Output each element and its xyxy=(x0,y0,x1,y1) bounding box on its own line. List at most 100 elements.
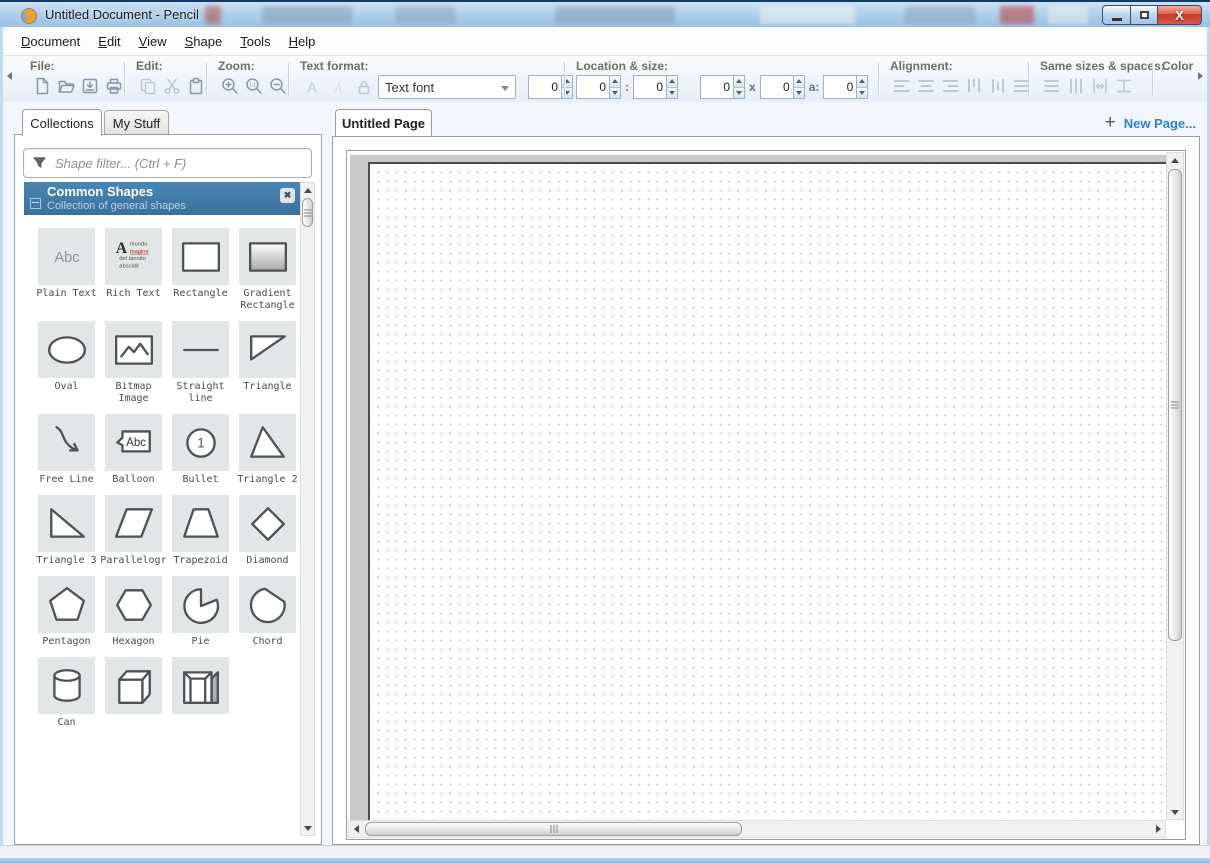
scroll-down-icon[interactable] xyxy=(301,821,314,835)
height-stepper[interactable]: 0 xyxy=(760,75,805,99)
shape-tile[interactable] xyxy=(38,321,95,378)
tab-untitled-page[interactable]: Untitled Page xyxy=(335,109,432,136)
collapse-collection-icon[interactable] xyxy=(30,198,41,209)
shape-trapezoid[interactable]: Trapezoid xyxy=(172,495,229,567)
shape-can[interactable]: Can xyxy=(38,657,95,729)
scroll-down-icon[interactable] xyxy=(1167,805,1183,819)
spin-up-icon[interactable] xyxy=(734,76,744,87)
canvas-horizontal-scrollbar[interactable] xyxy=(348,820,1166,838)
align-left-icon[interactable] xyxy=(890,75,914,97)
scroll-up-icon[interactable] xyxy=(1167,153,1183,167)
x-position-value[interactable]: 0 xyxy=(576,75,609,99)
spin-down-icon[interactable] xyxy=(857,87,867,99)
shape-free-line[interactable]: Free Line xyxy=(38,414,95,486)
text-style-icon[interactable] xyxy=(352,76,376,98)
font-family-select[interactable]: Text font xyxy=(378,75,516,99)
same-vertical-space-icon[interactable] xyxy=(1112,75,1136,97)
menu-tools[interactable]: Tools xyxy=(231,30,279,53)
font-size-stepper[interactable]: 0 xyxy=(528,75,573,99)
shape-tile[interactable] xyxy=(38,576,95,633)
same-height-icon[interactable] xyxy=(1040,75,1064,97)
font-size-value[interactable]: 0 xyxy=(528,75,561,99)
print-icon[interactable] xyxy=(102,75,126,97)
collection-header[interactable]: Common Shapes Collection of general shap… xyxy=(24,182,301,215)
shape-bullet[interactable]: 1Bullet xyxy=(172,414,229,486)
italic-icon[interactable]: A xyxy=(326,76,350,98)
close-collection-icon[interactable]: ✖ xyxy=(280,188,295,203)
zoom-out-icon[interactable] xyxy=(266,75,290,97)
shape-triangle-3[interactable]: Triangle 3 xyxy=(38,495,95,567)
shape-tile[interactable] xyxy=(38,414,95,471)
canvas-vertical-scrollbar[interactable] xyxy=(1166,152,1184,820)
shape-tile[interactable] xyxy=(105,321,162,378)
y-position-value[interactable]: 0 xyxy=(633,75,666,99)
canvas-vscroll-thumb[interactable] xyxy=(1168,169,1182,641)
shape-chord[interactable]: Chord xyxy=(239,576,296,648)
tab-my-stuff[interactable]: My Stuff xyxy=(104,110,169,136)
shape-balloon[interactable]: AbcBalloon xyxy=(105,414,162,486)
titlebar[interactable]: Untitled Document - Pencil X xyxy=(0,0,1210,29)
align-center-icon[interactable] xyxy=(914,75,938,97)
shape-bitmap-image[interactable]: Bitmap Image xyxy=(105,321,162,405)
copy-icon[interactable] xyxy=(136,75,160,97)
shape-tile[interactable]: Amundumaginedel tannitoabscidit xyxy=(105,228,162,285)
shape-triangle[interactable]: Triangle xyxy=(239,321,296,405)
shape-diamond[interactable]: Diamond xyxy=(239,495,296,567)
spin-down-icon[interactable] xyxy=(794,87,804,99)
x-position-stepper[interactable]: 0 xyxy=(576,75,621,99)
spin-down-icon[interactable] xyxy=(734,87,744,99)
height-value[interactable]: 0 xyxy=(760,75,793,99)
shape-rectangle[interactable]: Rectangle xyxy=(172,228,229,312)
shape-pie[interactable]: Pie xyxy=(172,576,229,648)
new-document-icon[interactable] xyxy=(30,75,54,97)
scroll-left-icon[interactable] xyxy=(349,821,363,837)
shape-tile[interactable] xyxy=(105,576,162,633)
shape-parallelogr[interactable]: Parallelogr xyxy=(105,495,162,567)
shape-filter-input[interactable] xyxy=(53,155,311,172)
shape-tile[interactable]: Abc xyxy=(38,228,95,285)
shape-triangle-2[interactable]: Triangle 2 xyxy=(239,414,296,486)
save-icon[interactable] xyxy=(78,75,102,97)
sidebar-scrollbar[interactable] xyxy=(300,182,315,836)
shape-plain-text[interactable]: AbcPlain Text xyxy=(38,228,95,312)
cut-icon[interactable] xyxy=(160,75,184,97)
zoom-in-icon[interactable] xyxy=(218,75,242,97)
canvas-hscroll-thumb[interactable] xyxy=(365,822,742,836)
shape-straight-line[interactable]: Straight line xyxy=(172,321,229,405)
menu-shape[interactable]: Shape xyxy=(176,30,232,53)
new-page-link[interactable]: + New Page... xyxy=(1105,112,1196,134)
toolbar-overflow-right-icon[interactable] xyxy=(1198,72,1207,80)
menu-help[interactable]: Help xyxy=(280,30,325,53)
shape-tile[interactable] xyxy=(239,321,296,378)
shape-tile[interactable] xyxy=(239,495,296,552)
spin-down-icon[interactable] xyxy=(667,87,677,99)
shape-tile[interactable] xyxy=(172,657,229,714)
shape-tile[interactable] xyxy=(239,576,296,633)
shape-tile[interactable]: Abc xyxy=(105,414,162,471)
same-horizontal-space-icon[interactable] xyxy=(1088,75,1112,97)
shape-hexagon[interactable]: Hexagon xyxy=(105,576,162,648)
minimize-button[interactable] xyxy=(1102,5,1131,25)
shape-tile[interactable] xyxy=(172,576,229,633)
angle-stepper[interactable]: 0 xyxy=(823,75,868,99)
close-button[interactable]: X xyxy=(1158,5,1202,25)
spin-up-icon[interactable] xyxy=(857,76,867,87)
sidebar-scrollbar-thumb[interactable] xyxy=(302,198,313,227)
menu-view[interactable]: View xyxy=(130,30,176,53)
shape-tile[interactable] xyxy=(172,321,229,378)
shape-tile[interactable] xyxy=(105,657,162,714)
shape-tile[interactable] xyxy=(239,228,296,285)
spin-up-icon[interactable] xyxy=(794,76,804,87)
spin-down-icon[interactable] xyxy=(610,87,620,99)
shape-filter-box[interactable] xyxy=(23,148,312,178)
same-width-icon[interactable] xyxy=(1064,75,1088,97)
width-stepper[interactable]: 0 xyxy=(700,75,745,99)
open-document-icon[interactable] xyxy=(54,75,78,97)
shape-oval[interactable]: Oval xyxy=(38,321,95,405)
align-right-icon[interactable] xyxy=(938,75,962,97)
shape-rich-text[interactable]: Amundumaginedel tannitoabsciditRich Text xyxy=(105,228,162,312)
spin-up-icon[interactable] xyxy=(667,76,677,87)
align-bottom-icon[interactable] xyxy=(1010,75,1034,97)
scroll-right-icon[interactable] xyxy=(1151,821,1165,837)
bold-icon[interactable]: A xyxy=(300,76,324,98)
